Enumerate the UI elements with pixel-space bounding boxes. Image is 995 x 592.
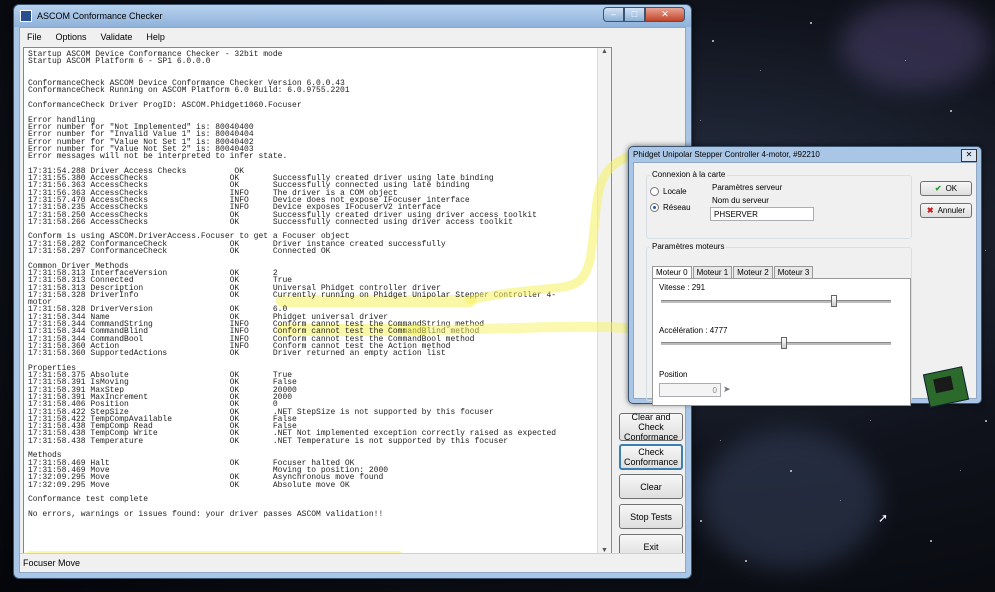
phidget-settings-window: Phidget Unipolar Stepper Controller 4-mo… bbox=[628, 146, 982, 408]
acceleration-slider-track[interactable] bbox=[661, 342, 891, 345]
radio-network[interactable] bbox=[650, 203, 659, 212]
phidget-client: Connexion à la carte Locale Réseau Param… bbox=[633, 162, 977, 408]
tab-moteur-3[interactable]: Moteur 3 bbox=[773, 266, 814, 278]
phidget-title-bar[interactable]: Phidget Unipolar Stepper Controller 4-mo… bbox=[629, 147, 981, 162]
phidget-window-title: Phidget Unipolar Stepper Controller 4-mo… bbox=[633, 150, 820, 159]
radio-network-label: Réseau bbox=[663, 203, 691, 212]
speed-slider-track[interactable] bbox=[661, 300, 891, 303]
close-icon[interactable]: ✕ bbox=[961, 149, 977, 162]
tab-moteur-0[interactable]: Moteur 0 bbox=[652, 266, 692, 278]
speed-slider-thumb[interactable] bbox=[831, 295, 837, 307]
motor-tab-panel: Vitesse : 291 Accélération : 4777 Positi… bbox=[652, 278, 911, 406]
tab-moteur-1[interactable]: Moteur 1 bbox=[692, 266, 733, 278]
radio-local-label: Locale bbox=[663, 187, 687, 196]
position-input[interactable]: 0 bbox=[659, 383, 721, 397]
radio-local[interactable] bbox=[650, 187, 659, 196]
server-name-label: Nom du serveur bbox=[712, 196, 769, 205]
server-params-label: Paramètres serveur bbox=[712, 183, 783, 192]
motor-group-label: Paramètres moteurs bbox=[650, 242, 727, 251]
connection-group-label: Connexion à la carte bbox=[650, 170, 728, 179]
mouse-cursor-icon: ➚ bbox=[878, 511, 889, 525]
x-icon: ✖ bbox=[926, 206, 934, 215]
tab-moteur-2[interactable]: Moteur 2 bbox=[733, 266, 773, 278]
acceleration-slider-thumb[interactable] bbox=[781, 337, 787, 349]
motor-tabs: Moteur 0 Moteur 1 Moteur 2 Moteur 3 bbox=[652, 266, 814, 278]
phidget-board-image bbox=[922, 366, 970, 408]
cancel-button[interactable]: ✖ Annuler bbox=[920, 203, 972, 218]
ok-label: OK bbox=[945, 184, 958, 193]
acceleration-label: Accélération : 4777 bbox=[659, 326, 728, 335]
position-label: Position bbox=[659, 370, 688, 379]
go-icon[interactable]: ➤ bbox=[723, 384, 731, 395]
cancel-label: Annuler bbox=[937, 206, 966, 215]
speed-label: Vitesse : 291 bbox=[659, 283, 706, 292]
check-icon: ✔ bbox=[934, 184, 942, 193]
ok-button[interactable]: ✔ OK bbox=[920, 181, 972, 196]
server-name-input[interactable]: PHSERVER bbox=[710, 207, 814, 221]
